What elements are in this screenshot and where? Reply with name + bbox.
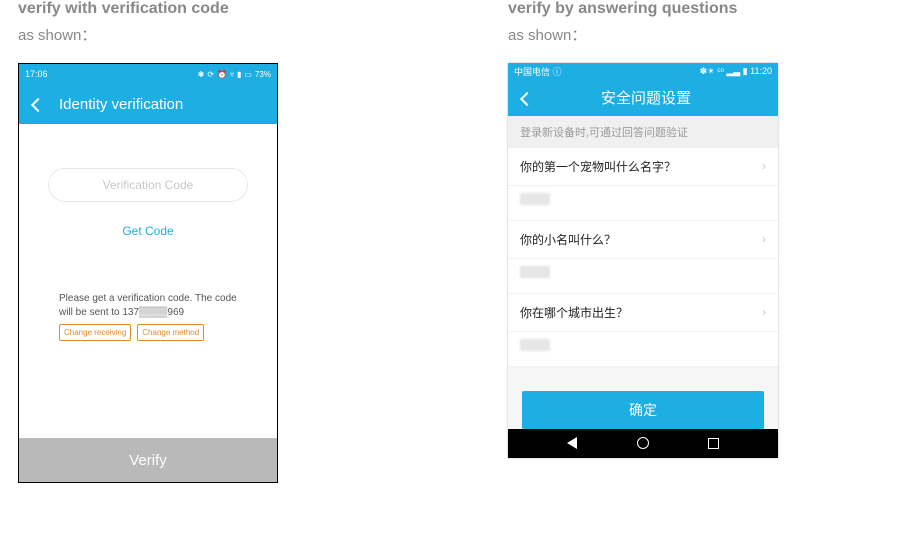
app-bar: Identity verification <box>19 84 277 124</box>
answer-1-value-redacted <box>520 193 550 205</box>
left-subheading: as shown： <box>18 24 278 45</box>
phone-screenshot-security-questions: 中国电信 ⓘ ✽✴ ᶜᵒ ▂▃ ▮ 11:20 安全问题设置 登录新设备时,可通… <box>508 63 778 458</box>
confirm-button[interactable]: 确定 <box>522 391 764 429</box>
question-2-row[interactable]: 你的小名叫什么？ › <box>508 221 778 259</box>
sync-icon: ⟳ <box>207 70 214 79</box>
status-right: ✽✴ ᶜᵒ ▂▃ ▮ 11:20 <box>700 66 772 77</box>
verification-code-placeholder: Verification Code <box>103 178 194 192</box>
question-1-label: 你的第一个宠物叫什么名字？ <box>520 158 676 175</box>
question-1-row[interactable]: 你的第一个宠物叫什么名字？ › <box>508 148 778 186</box>
nav-home-icon[interactable] <box>637 437 649 449</box>
bluetooth-icon: ✱ <box>198 70 205 79</box>
nav-back-icon[interactable] <box>567 437 577 449</box>
right-subheading: as shown： <box>508 24 778 45</box>
status-bar: 中国电信 ⓘ ✽✴ ᶜᵒ ▂▃ ▮ 11:20 <box>508 63 778 79</box>
chevron-right-icon: › <box>762 232 766 246</box>
carrier-label: 中国电信 ⓘ <box>514 65 562 78</box>
back-arrow-icon[interactable] <box>29 96 45 112</box>
info-text: 登录新设备时,可通过回答问题验证 <box>508 116 778 148</box>
phone-screenshot-verification-code: 17:06 ✱ ⟳ ⏰ ▿ ▮ ▭ 73% Identity verificat… <box>18 63 278 483</box>
answer-2-row[interactable] <box>508 259 778 294</box>
chevron-right-icon: › <box>762 305 766 319</box>
answer-2-value-redacted <box>520 266 550 278</box>
app-bar-title: 安全问题设置 <box>524 87 768 108</box>
android-nav-bar <box>508 429 778 458</box>
verify-button[interactable]: Verify <box>19 438 277 482</box>
question-2-label: 你的小名叫什么？ <box>520 231 616 248</box>
status-bar: 17:06 ✱ ⟳ ⏰ ▿ ▮ ▭ 73% <box>19 64 277 84</box>
change-receiving-button[interactable]: Change receiving <box>59 324 131 341</box>
nav-recent-icon[interactable] <box>708 438 719 449</box>
verification-code-input[interactable]: Verification Code <box>48 168 248 202</box>
signal-icon: ▮ <box>237 70 241 79</box>
alarm-icon: ⏰ <box>217 70 227 79</box>
back-arrow-icon[interactable] <box>518 90 534 106</box>
battery-percent: 73% <box>255 70 271 79</box>
status-icons: ✱ ⟳ ⏰ ▿ ▮ ▭ 73% <box>198 70 271 79</box>
instruction-text: Please get a verification code. The code… <box>59 292 237 319</box>
left-heading: verify with verification code <box>18 0 278 18</box>
chevron-right-icon: › <box>762 159 766 173</box>
app-bar: 安全问题设置 <box>508 79 778 115</box>
answer-3-row[interactable] <box>508 332 778 367</box>
right-heading: verify by answering questions <box>508 0 778 18</box>
get-code-link[interactable]: Get Code <box>122 224 173 238</box>
answer-1-row[interactable] <box>508 186 778 221</box>
battery-icon: ▭ <box>244 70 252 79</box>
screen-body: Verification Code Get Code Please get a … <box>19 124 277 482</box>
answer-3-value-redacted <box>520 339 550 351</box>
question-3-label: 你在哪个城市出生？ <box>520 304 628 321</box>
screen-body: 登录新设备时,可通过回答问题验证 你的第一个宠物叫什么名字？ › 你的小名叫什么… <box>508 116 778 429</box>
question-3-row[interactable]: 你在哪个城市出生？ › <box>508 294 778 332</box>
change-method-button[interactable]: Change method <box>137 324 204 341</box>
app-bar-title: Identity verification <box>59 96 183 113</box>
status-time: 17:06 <box>25 69 48 79</box>
wifi-icon: ▿ <box>230 70 234 79</box>
